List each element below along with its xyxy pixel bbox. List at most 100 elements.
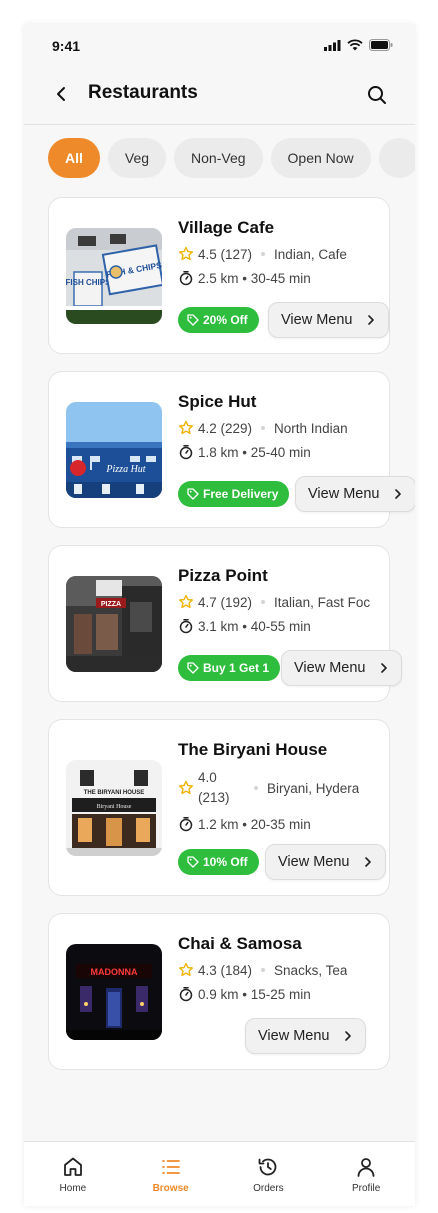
rating-row: 4.3 (184) Snacks, Tea (178, 962, 388, 978)
rating-row: 4.2 (229) North Indian (178, 420, 388, 436)
distance-row: 1.8 km • 25-40 min (178, 444, 388, 460)
chevron-right-icon (345, 1031, 352, 1041)
view-menu-button[interactable]: View Menu (295, 476, 415, 512)
distance-row: 1.2 km • 20-35 min (178, 816, 388, 832)
cuisine-text: Indian, Cafe (274, 246, 347, 262)
home-icon (63, 1157, 82, 1176)
restaurant-name: Spice Hut (178, 392, 257, 411)
rating-row: 4.0 (213) Biryani, Hydera (178, 768, 388, 808)
nav-label: Profile (351, 1183, 381, 1194)
restaurant-name: The Biryani House (178, 740, 328, 759)
sign-text: PIZZA (101, 601, 121, 608)
status-time: 9:41 (52, 38, 81, 54)
view-menu-button[interactable]: View Menu (245, 1018, 367, 1054)
sign-text: THE BIRYANI HOUSE (84, 790, 145, 796)
restaurant-card[interactable]: Pizza Hut Spice Hut 4.2 (229) North Indi… (48, 371, 415, 528)
offer-badge: Buy 1 Get 1 (178, 655, 281, 681)
rating-row: 4.5 (127) Indian, Cafe (178, 246, 388, 262)
restaurant-info: Chai & Samosa 4.3 (184) Snacks, Tea 0.9 … (178, 934, 388, 1002)
restaurant-info: Pizza Point 4.7 (192) Italian, Fast Foc … (178, 566, 388, 634)
battery-icon (369, 39, 393, 51)
restaurant-photo: FISH CHIPS FISH & CHIPS (66, 228, 162, 324)
nav-browse[interactable]: Browse (122, 1142, 220, 1206)
offer-badge: Free Delivery (178, 481, 290, 507)
view-menu-button[interactable]: View Menu (281, 650, 403, 686)
timer-icon (179, 271, 193, 286)
distance-time-text: 0.9 km • 15-25 min (198, 986, 311, 1002)
distance-time-text: 1.2 km • 20-35 min (198, 816, 311, 832)
restaurant-name: Chai & Samosa (178, 934, 302, 953)
sign-text: MADONNA (91, 967, 138, 977)
restaurant-card[interactable]: MADONNA Chai & Samosa 4.3 (184) Snacks, … (48, 913, 390, 1070)
offer-badge: 20% Off (178, 307, 259, 333)
view-menu-button[interactable]: View Menu (268, 302, 390, 338)
cuisine-text: Biryani, Hydera (267, 780, 360, 796)
cuisine-text: Italian, Fast Foc (274, 594, 371, 610)
nav-home[interactable]: Home (24, 1142, 122, 1206)
tag-icon (187, 662, 199, 674)
nav-orders[interactable]: Orders (220, 1142, 318, 1206)
wifi-icon (347, 39, 363, 51)
page-title: Restaurants (88, 82, 198, 103)
rating-row: 4.7 (192) Italian, Fast Foc (178, 594, 388, 610)
offer-text: Free Delivery (203, 487, 279, 501)
restaurant-info: Village Cafe 4.5 (127) Indian, Cafe 2.5 … (178, 218, 388, 286)
status-icons (324, 39, 393, 51)
restaurant-photo: THE BIRYANI HOUSE Biryani House (66, 760, 162, 856)
restaurant-card[interactable]: THE BIRYANI HOUSE Biryani House The Biry… (48, 719, 390, 896)
timer-icon (179, 987, 193, 1002)
offer-badge: 10% Off (178, 849, 259, 875)
chevron-left-icon (57, 87, 65, 101)
restaurant-card[interactable]: FISH CHIPS FISH & CHIPS Village Cafe 4.5… (48, 197, 390, 354)
view-menu-button[interactable]: View Menu (265, 844, 387, 880)
rating-text: 4.2 (229) (198, 420, 253, 436)
search-button[interactable] (365, 83, 389, 107)
offer-text: 10% Off (203, 855, 248, 869)
timer-icon (179, 445, 193, 460)
restaurant-photo: MADONNA (66, 944, 162, 1040)
distance-time-text: 2.5 km • 30-45 min (198, 270, 311, 286)
cuisine-text: Snacks, Tea (274, 962, 348, 978)
distance-row: 2.5 km • 30-45 min (178, 270, 388, 286)
rating-text: 4.7 (192) (198, 594, 253, 610)
separator-dot (261, 968, 266, 972)
timer-icon (179, 619, 193, 634)
restaurant-name: Village Cafe (178, 218, 275, 237)
separator-dot (254, 786, 258, 790)
chevron-right-icon (395, 489, 402, 499)
chevron-right-icon (368, 315, 375, 325)
nav-profile[interactable]: Profile (317, 1142, 415, 1206)
sign-text: FISH CHIPS (66, 278, 111, 287)
distance-time-text: 1.8 km • 25-40 min (198, 444, 311, 460)
chevron-right-icon (381, 663, 388, 673)
search-icon (368, 86, 386, 104)
chip-more[interactable] (378, 138, 415, 178)
chip-veg[interactable]: Veg (107, 138, 167, 178)
status-bar: 9:41 (24, 24, 415, 68)
list-icon (161, 1160, 180, 1174)
user-icon (357, 1158, 375, 1177)
restaurant-photo: PIZZA (66, 576, 162, 672)
rating-text: 4.0 (213) (198, 768, 252, 808)
sign-text: Pizza Hut (105, 464, 145, 475)
offer-text: Buy 1 Get 1 (203, 661, 270, 675)
star-icon (179, 962, 193, 977)
nav-label: Browse (152, 1183, 189, 1194)
phone-screen: 9:41 Restaurants All Veg Non-Veg Open No… (24, 24, 415, 1206)
star-icon (179, 246, 193, 261)
chip-open-now[interactable]: Open Now (270, 138, 371, 178)
nav-label: Orders (253, 1183, 284, 1194)
rating-value: 4.0 (198, 770, 217, 785)
restaurant-card[interactable]: PIZZA Pizza Point 4.7 (192) Italian, Fas… (48, 545, 403, 702)
chip-all[interactable]: All (48, 138, 100, 178)
chip-non-veg[interactable]: Non-Veg (174, 138, 263, 178)
timer-icon (179, 817, 193, 832)
back-button[interactable] (50, 82, 72, 106)
distance-time-text: 3.1 km • 40-55 min (198, 618, 311, 634)
sign-text: Biryani House (97, 804, 132, 810)
cuisine-text: North Indian (274, 420, 348, 436)
rating-text: 4.3 (184) (198, 962, 253, 978)
star-icon (179, 420, 193, 435)
star-icon (179, 780, 193, 795)
view-menu-label: View Menu (258, 1028, 330, 1044)
